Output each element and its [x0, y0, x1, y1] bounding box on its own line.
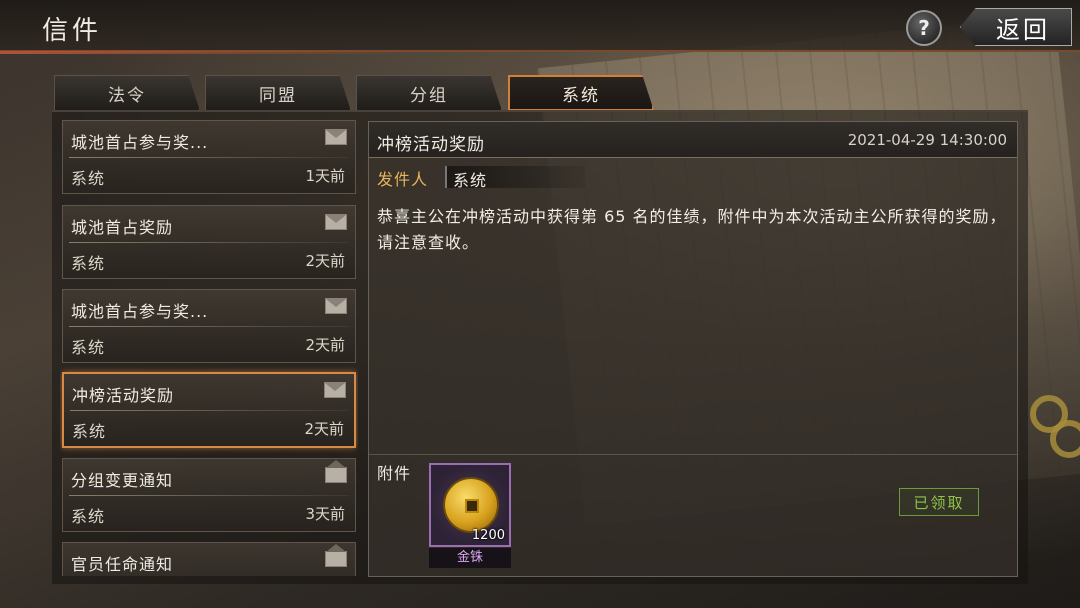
mail-item[interactable]: 城池首占参与奖... 系统 2天前: [62, 289, 356, 363]
mail-item[interactable]: 城池首占奖励 系统 2天前: [62, 205, 356, 279]
mail-subject: 冲榜活动奖励: [72, 386, 175, 405]
tab-decree[interactable]: 法令: [54, 75, 200, 111]
mail-time: 2天前: [304, 420, 344, 438]
mail-body: 恭喜主公在冲榜活动中获得第 65 名的佳绩，附件中为本次活动主公所获得的奖励，请…: [377, 207, 1007, 252]
mail-item[interactable]: 分组变更通知 系统 3天前: [62, 458, 356, 532]
mail-time: 1天前: [305, 167, 345, 185]
help-button[interactable]: ?: [906, 10, 942, 46]
sender-label: 发件人: [377, 170, 429, 189]
envelope-icon: [325, 298, 347, 314]
sender-row: 发件人 系统: [377, 166, 587, 190]
mail-time: 2天前: [305, 252, 345, 270]
envelope-open-icon: [325, 460, 347, 483]
mail-time: 3天前: [305, 505, 345, 523]
mail-sender: 系统: [71, 169, 106, 188]
detail-date: 2021-04-29 14:30:00: [847, 131, 1007, 149]
mail-sender: 系统: [72, 422, 107, 441]
claimed-button[interactable]: 已领取: [899, 488, 979, 516]
background-coin-icon: [1050, 420, 1080, 458]
mail-detail-panel: 冲榜活动奖励 2021-04-29 14:30:00 发件人 系统 恭喜主公在冲…: [368, 121, 1018, 577]
mail-subject: 官员任命通知: [71, 555, 174, 574]
mail-list[interactable]: 城池首占参与奖... 系统 1天前 城池首占奖励 系统 2天前 城池首占参与奖.…: [60, 120, 358, 576]
divider: [69, 157, 349, 158]
gold-coin-icon: [443, 477, 499, 533]
item-count: 1200: [471, 528, 505, 543]
sender-value: 系统: [453, 171, 488, 190]
envelope-icon: [325, 129, 347, 145]
mail-item-selected[interactable]: 冲榜活动奖励 系统 2天前: [62, 372, 356, 448]
item-name: 金铢: [429, 548, 511, 568]
divider: [369, 454, 1017, 455]
detail-header: 冲榜活动奖励 2021-04-29 14:30:00: [369, 122, 1017, 158]
mail-item[interactable]: 城池首占参与奖... 系统 1天前: [62, 120, 356, 194]
tab-system[interactable]: 系统: [508, 75, 654, 111]
mail-subject: 城池首占参与奖...: [71, 302, 209, 321]
divider: [70, 410, 348, 411]
attachment-label: 附件: [377, 464, 412, 483]
mail-sender: 系统: [71, 507, 106, 526]
coin-hole: [465, 499, 479, 513]
envelope-icon: [325, 214, 347, 230]
envelope-open-icon: [325, 544, 347, 567]
tab-group[interactable]: 分组: [356, 75, 502, 111]
mail-sender: 系统: [71, 338, 106, 357]
mail-sender: 系统: [71, 254, 106, 273]
back-button[interactable]: 返回: [960, 8, 1072, 46]
top-bar: 信件 ? 返回: [0, 0, 1080, 54]
divider: [69, 326, 349, 327]
page-title: 信件: [42, 16, 103, 46]
mail-subject: 城池首占奖励: [71, 218, 174, 237]
divider: [69, 495, 349, 496]
detail-title: 冲榜活动奖励: [377, 135, 485, 155]
attachment-item-slot[interactable]: 1200: [429, 463, 511, 547]
sender-value-box: 系统: [445, 166, 585, 190]
mail-item[interactable]: 官员任命通知: [62, 542, 356, 576]
mail-subject: 分组变更通知: [71, 471, 174, 490]
envelope-icon: [324, 382, 346, 398]
tab-alliance[interactable]: 同盟: [205, 75, 351, 111]
mail-subject: 城池首占参与奖...: [71, 133, 209, 152]
mail-time: 2天前: [305, 336, 345, 354]
divider: [69, 242, 349, 243]
